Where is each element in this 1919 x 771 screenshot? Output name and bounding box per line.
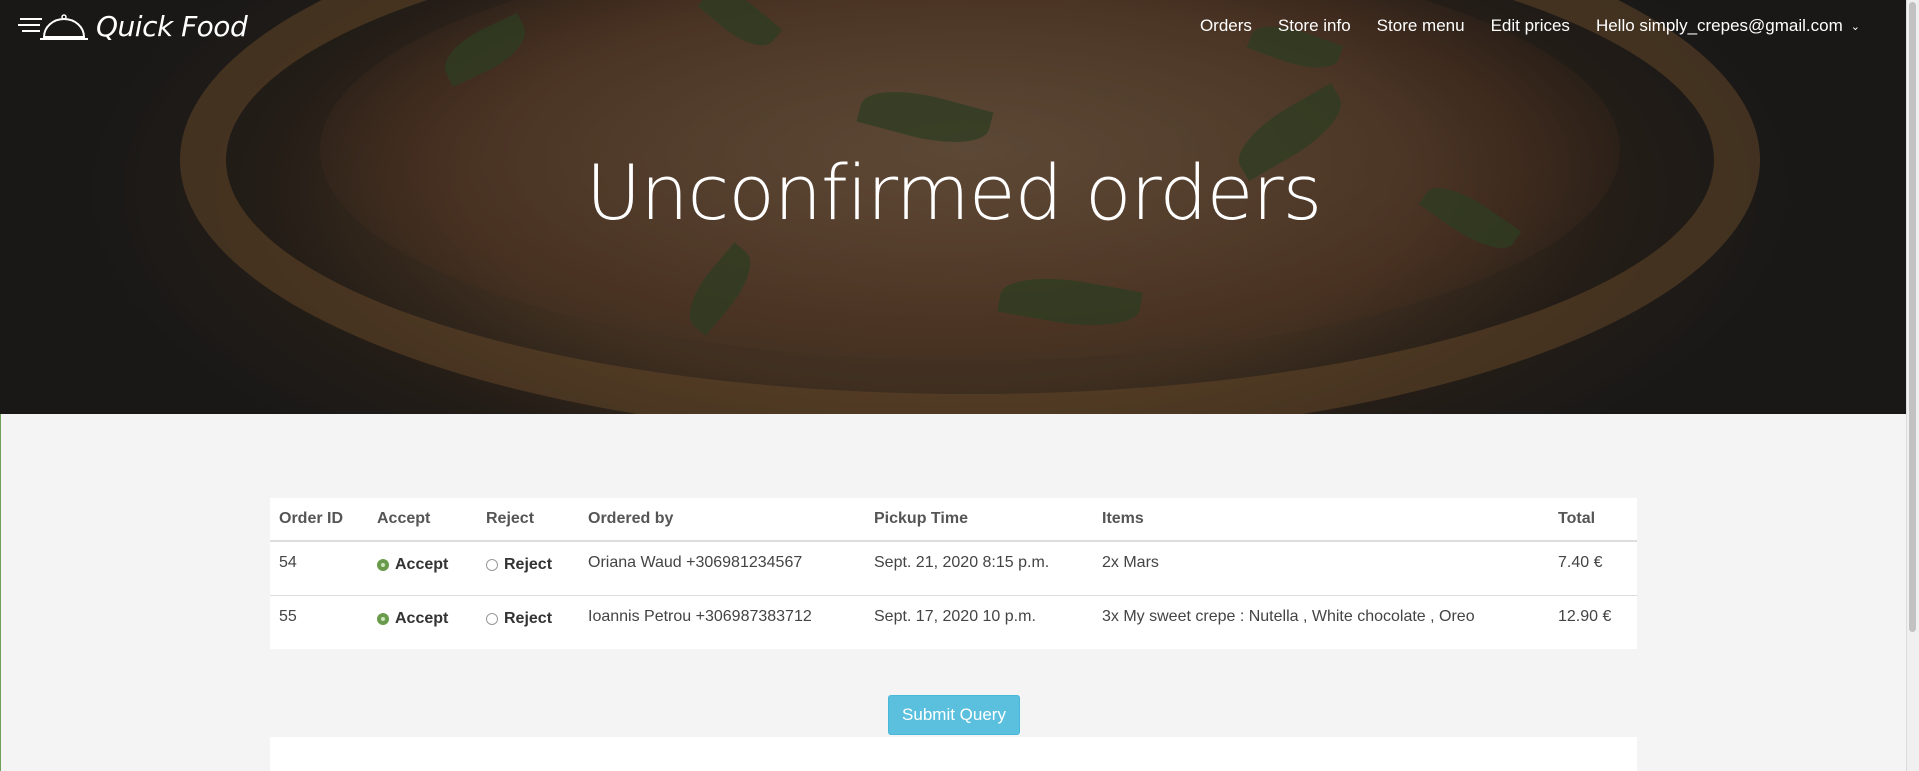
reject-label: Reject [504, 610, 553, 627]
unconfirmed-orders-table: Order ID Accept Reject Ordered by Pickup… [270, 498, 1637, 649]
vertical-scrollbar[interactable] [1906, 0, 1919, 771]
accept-radio-option[interactable]: Accept [377, 610, 468, 628]
accept-label: Accept [395, 610, 449, 627]
nav-store-info[interactable]: Store info [1278, 16, 1351, 36]
cloche-icon [18, 13, 88, 40]
reject-radio[interactable] [486, 559, 498, 571]
header-order-id: Order ID [270, 498, 368, 542]
order-id-cell: 55 [279, 608, 297, 625]
accept-cell: Accept [368, 541, 477, 596]
hero-banner: Unconfirmed orders [0, 0, 1907, 414]
brand-link[interactable]: Quick Food [18, 10, 248, 43]
chevron-down-icon: ⌄ [1850, 20, 1860, 33]
reject-cell: Reject [477, 541, 579, 596]
items-cell: 2x Mars [1093, 541, 1549, 596]
accept-radio[interactable] [377, 613, 389, 625]
nav-orders[interactable]: Orders [1200, 16, 1252, 36]
reject-label: Reject [504, 556, 553, 573]
nav-edit-prices[interactable]: Edit prices [1491, 16, 1570, 36]
scrollbar-thumb[interactable] [1909, 2, 1916, 632]
order-id-cell: 54 [270, 541, 368, 596]
submit-query-button[interactable]: Submit Query [888, 695, 1020, 735]
table-header-row: Order ID Accept Reject Ordered by Pickup… [270, 498, 1637, 542]
reject-cell: Reject [477, 596, 579, 650]
accept-cell: Accept [368, 596, 477, 650]
reject-radio-option[interactable]: Reject [486, 556, 570, 574]
reject-radio-option[interactable]: Reject [486, 610, 570, 628]
header-reject: Reject [477, 498, 579, 542]
nav-store-menu[interactable]: Store menu [1377, 16, 1465, 36]
header-total: Total [1549, 498, 1637, 542]
items-cell: 3x My sweet crepe : Nutella , White choc… [1102, 608, 1475, 625]
header-items: Items [1093, 498, 1549, 542]
accept-radio-option[interactable]: Accept [377, 556, 468, 574]
ordered-by-cell: Oriana Waud +306981234567 [579, 541, 865, 596]
pickup-time-cell: Sept. 21, 2020 8:15 p.m. [865, 541, 1093, 596]
total-cell: 7.40 € [1549, 541, 1637, 596]
table-row: 55 Accept Reject Ioannis Petrou +3069873… [270, 596, 1637, 650]
header-accept: Accept [368, 498, 477, 542]
accept-radio[interactable] [377, 559, 389, 571]
bottom-panel [270, 737, 1637, 771]
user-menu-dropdown[interactable]: Hello simply_crepes@gmail.com ⌄ [1596, 16, 1860, 36]
user-greeting: Hello simply_crepes@gmail.com [1595, 16, 1843, 35]
page-title: Unconfirmed orders [585, 148, 1322, 237]
accept-label: Accept [395, 556, 449, 573]
navbar: Quick Food Orders Store info Store menu … [0, 0, 1907, 54]
ordered-by-cell: Ioannis Petrou +306987383712 [588, 608, 812, 625]
header-pickup-time: Pickup Time [865, 498, 1093, 542]
brand-name: Quick Food [96, 10, 248, 43]
total-cell: 12.90 € [1558, 608, 1612, 625]
reject-radio[interactable] [486, 613, 498, 625]
nav-links: Orders Store info Store menu Edit prices… [1174, 16, 1860, 36]
header-ordered-by: Ordered by [579, 498, 865, 542]
table-row: 54 Accept Reject Oriana Waud +3069812345… [270, 541, 1637, 596]
pickup-time-cell: Sept. 17, 2020 10 p.m. [874, 608, 1036, 625]
